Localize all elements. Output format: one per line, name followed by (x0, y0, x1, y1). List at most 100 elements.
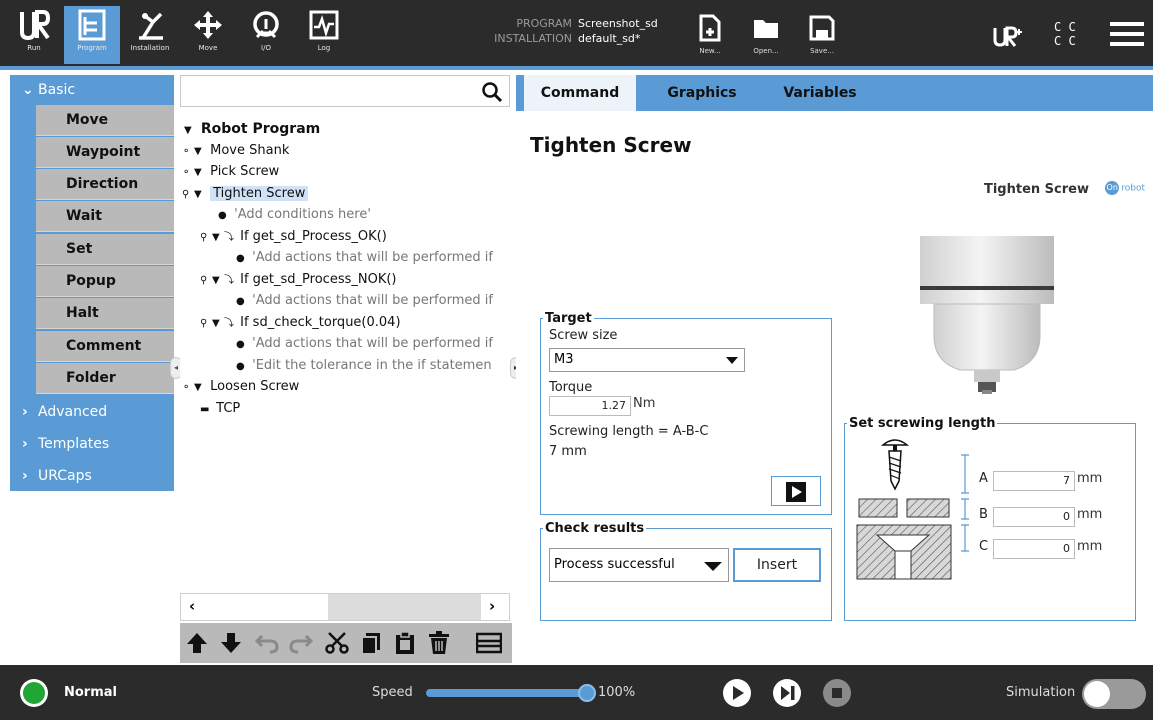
program-nodes-nav: ⌄ Basic Move Waypoint Direction Wait Set … (10, 75, 174, 660)
log-button[interactable]: Log (296, 6, 352, 64)
redo-icon[interactable] (288, 630, 314, 656)
tab-graphics[interactable]: Graphics (646, 75, 758, 111)
move-down-icon[interactable] (218, 630, 244, 656)
tree-row-if[interactable]: ⚲ ▼ ⤵ If get_sd_Process_NOK() (200, 270, 397, 290)
open-button[interactable]: Open... (746, 14, 786, 60)
category-advanced[interactable]: › Advanced (10, 397, 174, 427)
paste-icon[interactable] (392, 630, 418, 656)
cut-icon[interactable] (324, 630, 350, 656)
stop-program-icon[interactable] (822, 678, 852, 708)
nav-item-direction[interactable]: Direction (36, 169, 174, 200)
scrollbar-track[interactable] (329, 594, 481, 620)
link-icon: ⚲ (200, 318, 208, 329)
chevron-right-icon: › (22, 436, 28, 452)
b-unit: mm (1077, 507, 1103, 522)
hamburger-menu-icon[interactable] (1110, 22, 1144, 48)
installation-name: default_sd* (578, 32, 641, 45)
tree-row-pick-screw[interactable]: ⚬ ▼ Pick Screw (182, 162, 279, 182)
scroll-right-icon[interactable]: › (489, 597, 495, 615)
speed-slider-handle[interactable] (578, 684, 596, 702)
log-icon (309, 10, 339, 40)
simulation-toggle[interactable] (1082, 679, 1146, 709)
scroll-left-icon[interactable]: ‹ (189, 597, 195, 615)
a-input[interactable]: 7 (993, 471, 1075, 491)
screw-size-label: Screw size (549, 328, 618, 343)
play-program-icon[interactable] (722, 678, 752, 708)
suppress-icon[interactable] (476, 630, 502, 656)
category-templates[interactable]: › Templates (10, 429, 174, 459)
category-basic[interactable]: ⌄ Basic (10, 75, 174, 105)
nav-item-waypoint[interactable]: Waypoint (36, 137, 174, 168)
speed-slider[interactable] (426, 689, 592, 697)
test-run-button[interactable] (771, 476, 821, 506)
io-button[interactable]: I/O (238, 6, 294, 64)
installation-icon (139, 12, 163, 40)
move-up-icon[interactable] (184, 630, 210, 656)
ur-logo-icon (20, 10, 51, 41)
installation-key: INSTALLATION (494, 32, 572, 45)
tree-row-comment[interactable]: ● 'Add actions that will be performed if (236, 334, 493, 354)
tree-search-input[interactable] (180, 75, 510, 107)
nav-item-halt[interactable]: Halt (36, 298, 174, 329)
installation-label: Installation (130, 44, 170, 52)
tree-row-move-shank[interactable]: ⚬ ▼ Move Shank (182, 141, 289, 161)
c-input[interactable]: 0 (993, 539, 1075, 559)
run-button[interactable]: Run (6, 6, 62, 64)
insert-button[interactable]: Insert (733, 548, 821, 582)
tree-horizontal-scrollbar[interactable]: ‹ › (180, 593, 510, 621)
urcap-name: Tighten Screw (983, 182, 1089, 197)
link-icon: ⚲ (200, 232, 208, 243)
c-label: C (979, 539, 989, 554)
screwing-length-legend: Set screwing length (849, 416, 996, 431)
tree-row-if[interactable]: ⚲ ▼ ⤵ If sd_check_torque(0.04) (200, 313, 401, 333)
tree-row-comment[interactable]: ● 'Add actions that will be performed if (236, 248, 493, 268)
check-results-select[interactable]: Process successful (549, 548, 729, 582)
step-program-icon[interactable] (772, 678, 802, 708)
nav-item-popup[interactable]: Popup (36, 266, 174, 297)
tree-row-tcp[interactable]: ▬ TCP (200, 399, 240, 419)
tree-row-comment[interactable]: ● 'Add actions that will be performed if (236, 291, 493, 311)
undo-icon[interactable] (254, 630, 280, 656)
installation-button[interactable]: Installation (122, 6, 178, 64)
screwing-length-value: 7 mm (549, 444, 587, 459)
tree-row-comment[interactable]: ● 'Edit the tolerance in the if statemen (236, 356, 492, 376)
move-tab-button[interactable]: Move (180, 6, 236, 64)
delete-icon[interactable] (426, 630, 452, 656)
dropdown-caret-icon (726, 357, 738, 364)
header-accent-line (0, 66, 1153, 70)
tree-row-comment[interactable]: ● 'Add conditions here' (218, 205, 371, 225)
program-button[interactable]: Program (64, 6, 120, 64)
tab-command[interactable]: Command (524, 75, 636, 111)
nav-item-move[interactable]: Move (36, 105, 174, 136)
expand-triangle-icon: ▼ (184, 125, 192, 136)
new-label: New... (699, 47, 721, 55)
nav-item-set[interactable]: Set (36, 234, 174, 265)
tree-row-loosen-screw[interactable]: ⚬ ▼ Loosen Screw (182, 377, 299, 397)
tab-variables[interactable]: Variables (764, 75, 876, 111)
ur-plus-icon[interactable] (993, 26, 1023, 48)
save-button[interactable]: Save... (802, 14, 842, 60)
tree-row-tighten-screw[interactable]: ⚲ ▼ Tighten Screw (182, 184, 309, 204)
play-icon (786, 482, 806, 502)
tree-row-root[interactable]: ▼ Robot Program (184, 119, 320, 139)
copy-icon[interactable] (358, 630, 384, 656)
b-input[interactable]: 0 (993, 507, 1075, 527)
io-label: I/O (261, 44, 271, 52)
scrollbar-thumb[interactable] (209, 594, 329, 620)
tree-row-label: Pick Screw (210, 164, 280, 179)
screw-size-select[interactable]: M3 (549, 348, 745, 372)
search-icon[interactable] (481, 81, 503, 103)
category-urcaps[interactable]: › URCaps (10, 461, 174, 491)
screwdriver-image (920, 236, 1054, 394)
program-tree-panel: ▼ Robot Program ⚬ ▼ Move Shank ⚬ ▼ Pick Sc… (180, 75, 512, 663)
nav-item-folder[interactable]: Folder (36, 363, 174, 394)
nav-item-wait[interactable]: Wait (36, 201, 174, 232)
new-button[interactable]: New... (690, 14, 730, 60)
tree-row-if[interactable]: ⚲ ▼ ⤵ If get_sd_Process_OK() (200, 227, 387, 247)
torque-input[interactable]: 1.27 (549, 396, 631, 416)
onrobot-logo-icon: On (1105, 181, 1120, 195)
tcp-icon: ▬ (200, 404, 210, 415)
robot-status-button[interactable] (20, 679, 48, 707)
nav-item-comment[interactable]: Comment (36, 331, 174, 362)
chevron-right-icon: › (22, 404, 28, 420)
